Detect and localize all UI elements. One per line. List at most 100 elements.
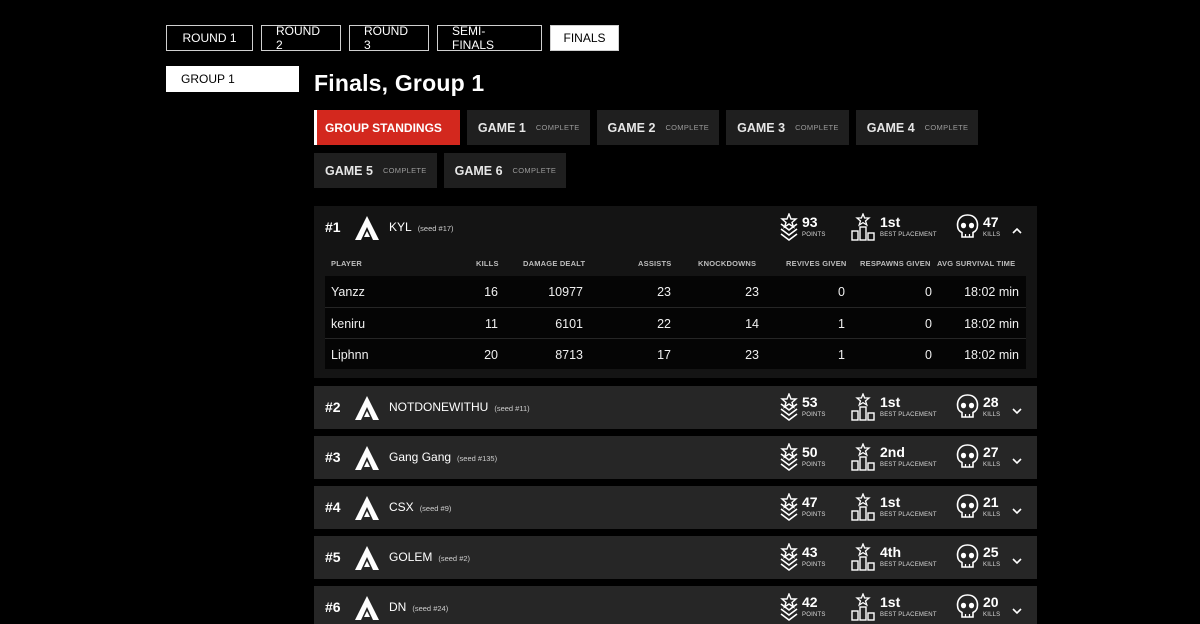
points-chevron-star-icon <box>780 392 798 426</box>
stat-points-value: 50 <box>802 444 818 460</box>
team-seed: (seed #17) <box>417 224 454 233</box>
team-name-block: DN (seed #24) <box>389 600 448 614</box>
column-header-damage: DAMAGE DEALT <box>523 259 586 268</box>
team-rank: #6 <box>325 599 341 615</box>
stat-kills-label: KILLS <box>983 462 1001 468</box>
stat-kills-label: KILLS <box>983 412 1001 418</box>
podium-icon <box>851 492 875 526</box>
chevron-down-icon[interactable] <box>1012 452 1022 470</box>
skull-icon <box>956 213 979 246</box>
stat-place-label: BEST PLACEMENT <box>880 462 937 468</box>
team-name: DN <box>389 600 407 614</box>
tab-status: COMPLETE <box>512 166 557 175</box>
stat-kills-value: 47 <box>983 214 999 230</box>
round-tab-semi-finals[interactable]: SEMI-FINALS <box>437 24 542 52</box>
tab-game-2[interactable]: GAME 2 COMPLETE <box>596 110 720 145</box>
stat-place-label: BEST PLACEMENT <box>880 512 937 518</box>
tab-label: GAME 2 <box>607 120 656 135</box>
team-header[interactable]: #5 GOLEM (seed #2) 43 POINTS 4th BEST PLACEMEN… <box>314 536 1037 579</box>
stat-points-label: POINTS <box>802 612 826 618</box>
round-tabs: ROUND 1 ROUND 2 ROUND 3 SEMI-FINALS FINALS <box>166 24 619 52</box>
team-seed: (seed #24) <box>412 604 449 613</box>
chevron-down-icon[interactable] <box>1012 402 1022 420</box>
team-card: #5 GOLEM (seed #2) 43 POINTS 4th BEST PLACEMEN… <box>314 536 1037 579</box>
group-1-button[interactable]: GROUP 1 <box>166 66 299 92</box>
chevron-down-icon[interactable] <box>1012 502 1022 520</box>
round-tab-round-2[interactable]: ROUND 2 <box>261 24 341 52</box>
team-card: #3 Gang Gang (seed #135) 50 POINTS 2nd BEST PL… <box>314 436 1037 479</box>
stat-kills-value: 25 <box>983 544 999 560</box>
tab-label: GAME 1 <box>477 120 526 135</box>
cell-damage: 10977 <box>548 285 583 299</box>
tab-game-6[interactable]: GAME 6 COMPLETE <box>443 153 567 188</box>
team-name-block: GOLEM (seed #2) <box>389 550 470 564</box>
skull-icon <box>956 543 979 576</box>
tab-game-4[interactable]: GAME 4 COMPLETE <box>855 110 979 145</box>
cell-survival: 18:02 min <box>964 285 1019 299</box>
team-name: Gang Gang <box>389 450 452 464</box>
chevron-up-icon[interactable] <box>1012 222 1022 240</box>
stat-kills-label: KILLS <box>983 232 1001 238</box>
podium-icon <box>851 212 875 246</box>
table-row: Liphnn 20 8713 17 23 1 0 18:02 min <box>325 338 1026 369</box>
stat-points-value: 53 <box>802 394 818 410</box>
table-row: keniru 11 6101 22 14 1 0 18:02 min <box>325 307 1026 338</box>
stat-place-label: BEST PLACEMENT <box>880 412 937 418</box>
stat-place-value: 1st <box>880 394 901 410</box>
tab-game-5[interactable]: GAME 5 COMPLETE <box>314 153 437 188</box>
tab-game-3[interactable]: GAME 3 COMPLETE <box>726 110 849 145</box>
cell-knockdowns: 23 <box>745 348 759 362</box>
cell-damage: 6101 <box>555 317 583 331</box>
chevron-down-icon[interactable] <box>1012 602 1022 620</box>
podium-icon <box>851 442 875 476</box>
column-header-respawns: RESPAWNS GIVEN <box>860 259 931 268</box>
stat-points-value: 93 <box>802 214 818 230</box>
team-header[interactable]: #4 CSX (seed #9) 47 POINTS 1st BEST PLACEMENT 2… <box>314 486 1037 529</box>
tab-label: GAME 6 <box>454 163 503 178</box>
stat-points-value: 43 <box>802 544 818 560</box>
cell-revives: 1 <box>838 317 845 331</box>
team-header[interactable]: #6 DN (seed #24) 42 POINTS 1st BEST PLACEMENT 2… <box>314 586 1037 624</box>
cell-kills: 20 <box>484 348 498 362</box>
cell-revives: 1 <box>838 348 845 362</box>
stat-kills-value: 27 <box>983 444 999 460</box>
team-name-block: NOTDONEWITHU (seed #11) <box>389 400 530 414</box>
round-tab-round-1[interactable]: ROUND 1 <box>166 25 253 51</box>
table-header: PLAYER KILLS DAMAGE DEALT ASSISTS KNOCKDOWNS… <box>325 249 1026 276</box>
stat-points-label: POINTS <box>802 562 826 568</box>
points-chevron-star-icon <box>780 592 798 624</box>
stat-points-value: 42 <box>802 594 818 610</box>
chevron-down-icon[interactable] <box>1012 552 1022 570</box>
round-tab-finals[interactable]: FINALS <box>550 25 619 51</box>
team-rank: #5 <box>325 549 341 565</box>
cell-damage: 8713 <box>555 348 583 362</box>
cell-player: keniru <box>331 317 366 331</box>
stat-place-value: 1st <box>880 214 901 230</box>
tab-game-1[interactable]: GAME 1 COMPLETE <box>466 110 590 145</box>
team-header[interactable]: #3 Gang Gang (seed #135) 50 POINTS 2nd BEST PL… <box>314 436 1037 479</box>
team-card: #2 NOTDONEWITHU (seed #11) 53 POINTS 1st BEST … <box>314 386 1037 429</box>
stat-points-label: POINTS <box>802 512 826 518</box>
stat-place-value: 1st <box>880 494 901 510</box>
team-seed: (seed #2) <box>438 554 471 563</box>
column-header-survival: AVG SURVIVAL TIME <box>937 259 1016 268</box>
round-tab-round-3[interactable]: ROUND 3 <box>349 24 429 52</box>
team-header[interactable]: #1 KYL (seed #17) 93 POINTS 1st BEST PLACEMENT… <box>314 206 1037 249</box>
apex-logo-icon <box>354 495 380 521</box>
team-header[interactable]: #2 NOTDONEWITHU (seed #11) 53 POINTS 1st BEST … <box>314 386 1037 429</box>
team-seed: (seed #9) <box>419 504 452 513</box>
tab-status: COMPLETE <box>665 123 710 132</box>
points-chevron-star-icon <box>780 442 798 476</box>
cell-kills: 16 <box>484 285 498 299</box>
stat-place-value: 1st <box>880 594 901 610</box>
apex-logo-icon <box>354 595 380 621</box>
team-name: GOLEM <box>389 550 433 564</box>
stat-place-value: 4th <box>880 544 901 560</box>
tab-group-standings[interactable]: GROUP STANDINGS <box>314 110 460 145</box>
tab-label: GAME 4 <box>866 120 915 135</box>
player-stats-table: PLAYER KILLS DAMAGE DEALT ASSISTS KNOCKDOWNS… <box>314 249 1037 378</box>
cell-knockdowns: 14 <box>745 317 759 331</box>
team-card: #4 CSX (seed #9) 47 POINTS 1st BEST PLACEMENT 2… <box>314 486 1037 529</box>
stat-points-label: POINTS <box>802 232 826 238</box>
stat-points-label: POINTS <box>802 462 826 468</box>
